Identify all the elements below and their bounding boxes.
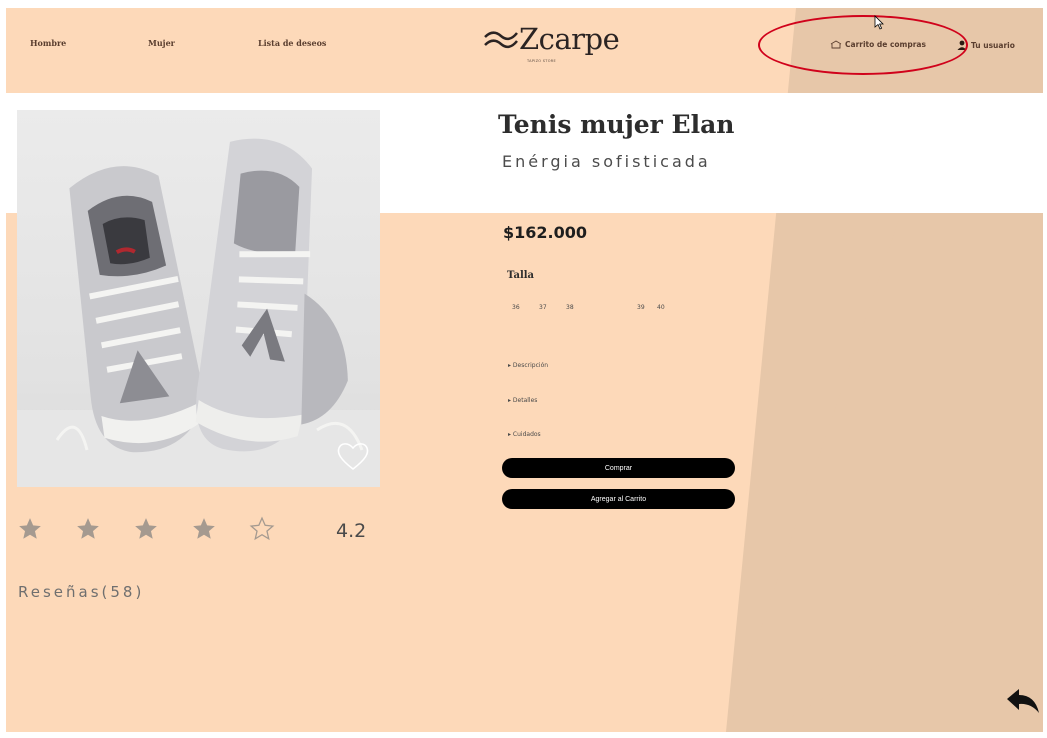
nav-lista-de-deseos[interactable]: Lista de deseos <box>258 38 326 48</box>
annotation-circle <box>758 15 968 75</box>
accordion-descripcion[interactable]: ▸ Descripción <box>508 362 548 369</box>
logo-wave-icon <box>484 31 518 49</box>
user-label: Tu usuario <box>971 40 1015 50</box>
accordion-detalles[interactable]: ▸ Detalles <box>508 397 537 404</box>
logo-text: Zcarpe <box>519 22 620 56</box>
star-outline-icon[interactable] <box>249 516 275 542</box>
product-title: Tenis mujer Elan <box>498 110 735 139</box>
logo-subtitle: TAPIZO STORE <box>527 59 557 63</box>
size-label: Talla <box>507 270 535 281</box>
size-option-39[interactable]: 39 <box>637 304 645 311</box>
star-icon[interactable] <box>17 516 43 542</box>
product-photo <box>17 110 380 487</box>
star-rating[interactable] <box>17 516 275 542</box>
product-tagline: Enérgia sofisticada <box>502 152 711 171</box>
cursor-icon <box>874 15 884 30</box>
size-option-38[interactable]: 38 <box>566 304 574 311</box>
sneaker-illustration <box>17 138 380 487</box>
nav-mujer[interactable]: Mujer <box>148 38 175 48</box>
star-icon[interactable] <box>133 516 159 542</box>
product-price: $162.000 <box>503 223 588 242</box>
brand-logo[interactable]: Zcarpe TAPIZO STORE <box>483 22 620 63</box>
size-option-40[interactable]: 40 <box>657 304 665 311</box>
nav-hombre[interactable]: Hombre <box>30 38 66 48</box>
rating-value: 4.2 <box>336 520 367 542</box>
back-arrow-icon[interactable] <box>1005 687 1041 717</box>
star-icon[interactable] <box>191 516 217 542</box>
add-to-cart-button[interactable]: Agregar al Carrito <box>502 489 735 509</box>
buy-button[interactable]: Comprar <box>502 458 735 478</box>
accordion-label: Cuidados <box>512 431 541 438</box>
accordion-label: Detalles <box>512 397 538 404</box>
star-icon[interactable] <box>75 516 101 542</box>
reviews-link[interactable]: Reseñas(58) <box>18 583 144 601</box>
accordion-label: Descripción <box>512 362 549 369</box>
accordion-cuidados[interactable]: ▸ Cuidados <box>508 431 541 438</box>
size-option-37[interactable]: 37 <box>539 304 547 311</box>
heart-icon[interactable] <box>336 440 370 472</box>
size-option-36[interactable]: 36 <box>512 304 520 311</box>
